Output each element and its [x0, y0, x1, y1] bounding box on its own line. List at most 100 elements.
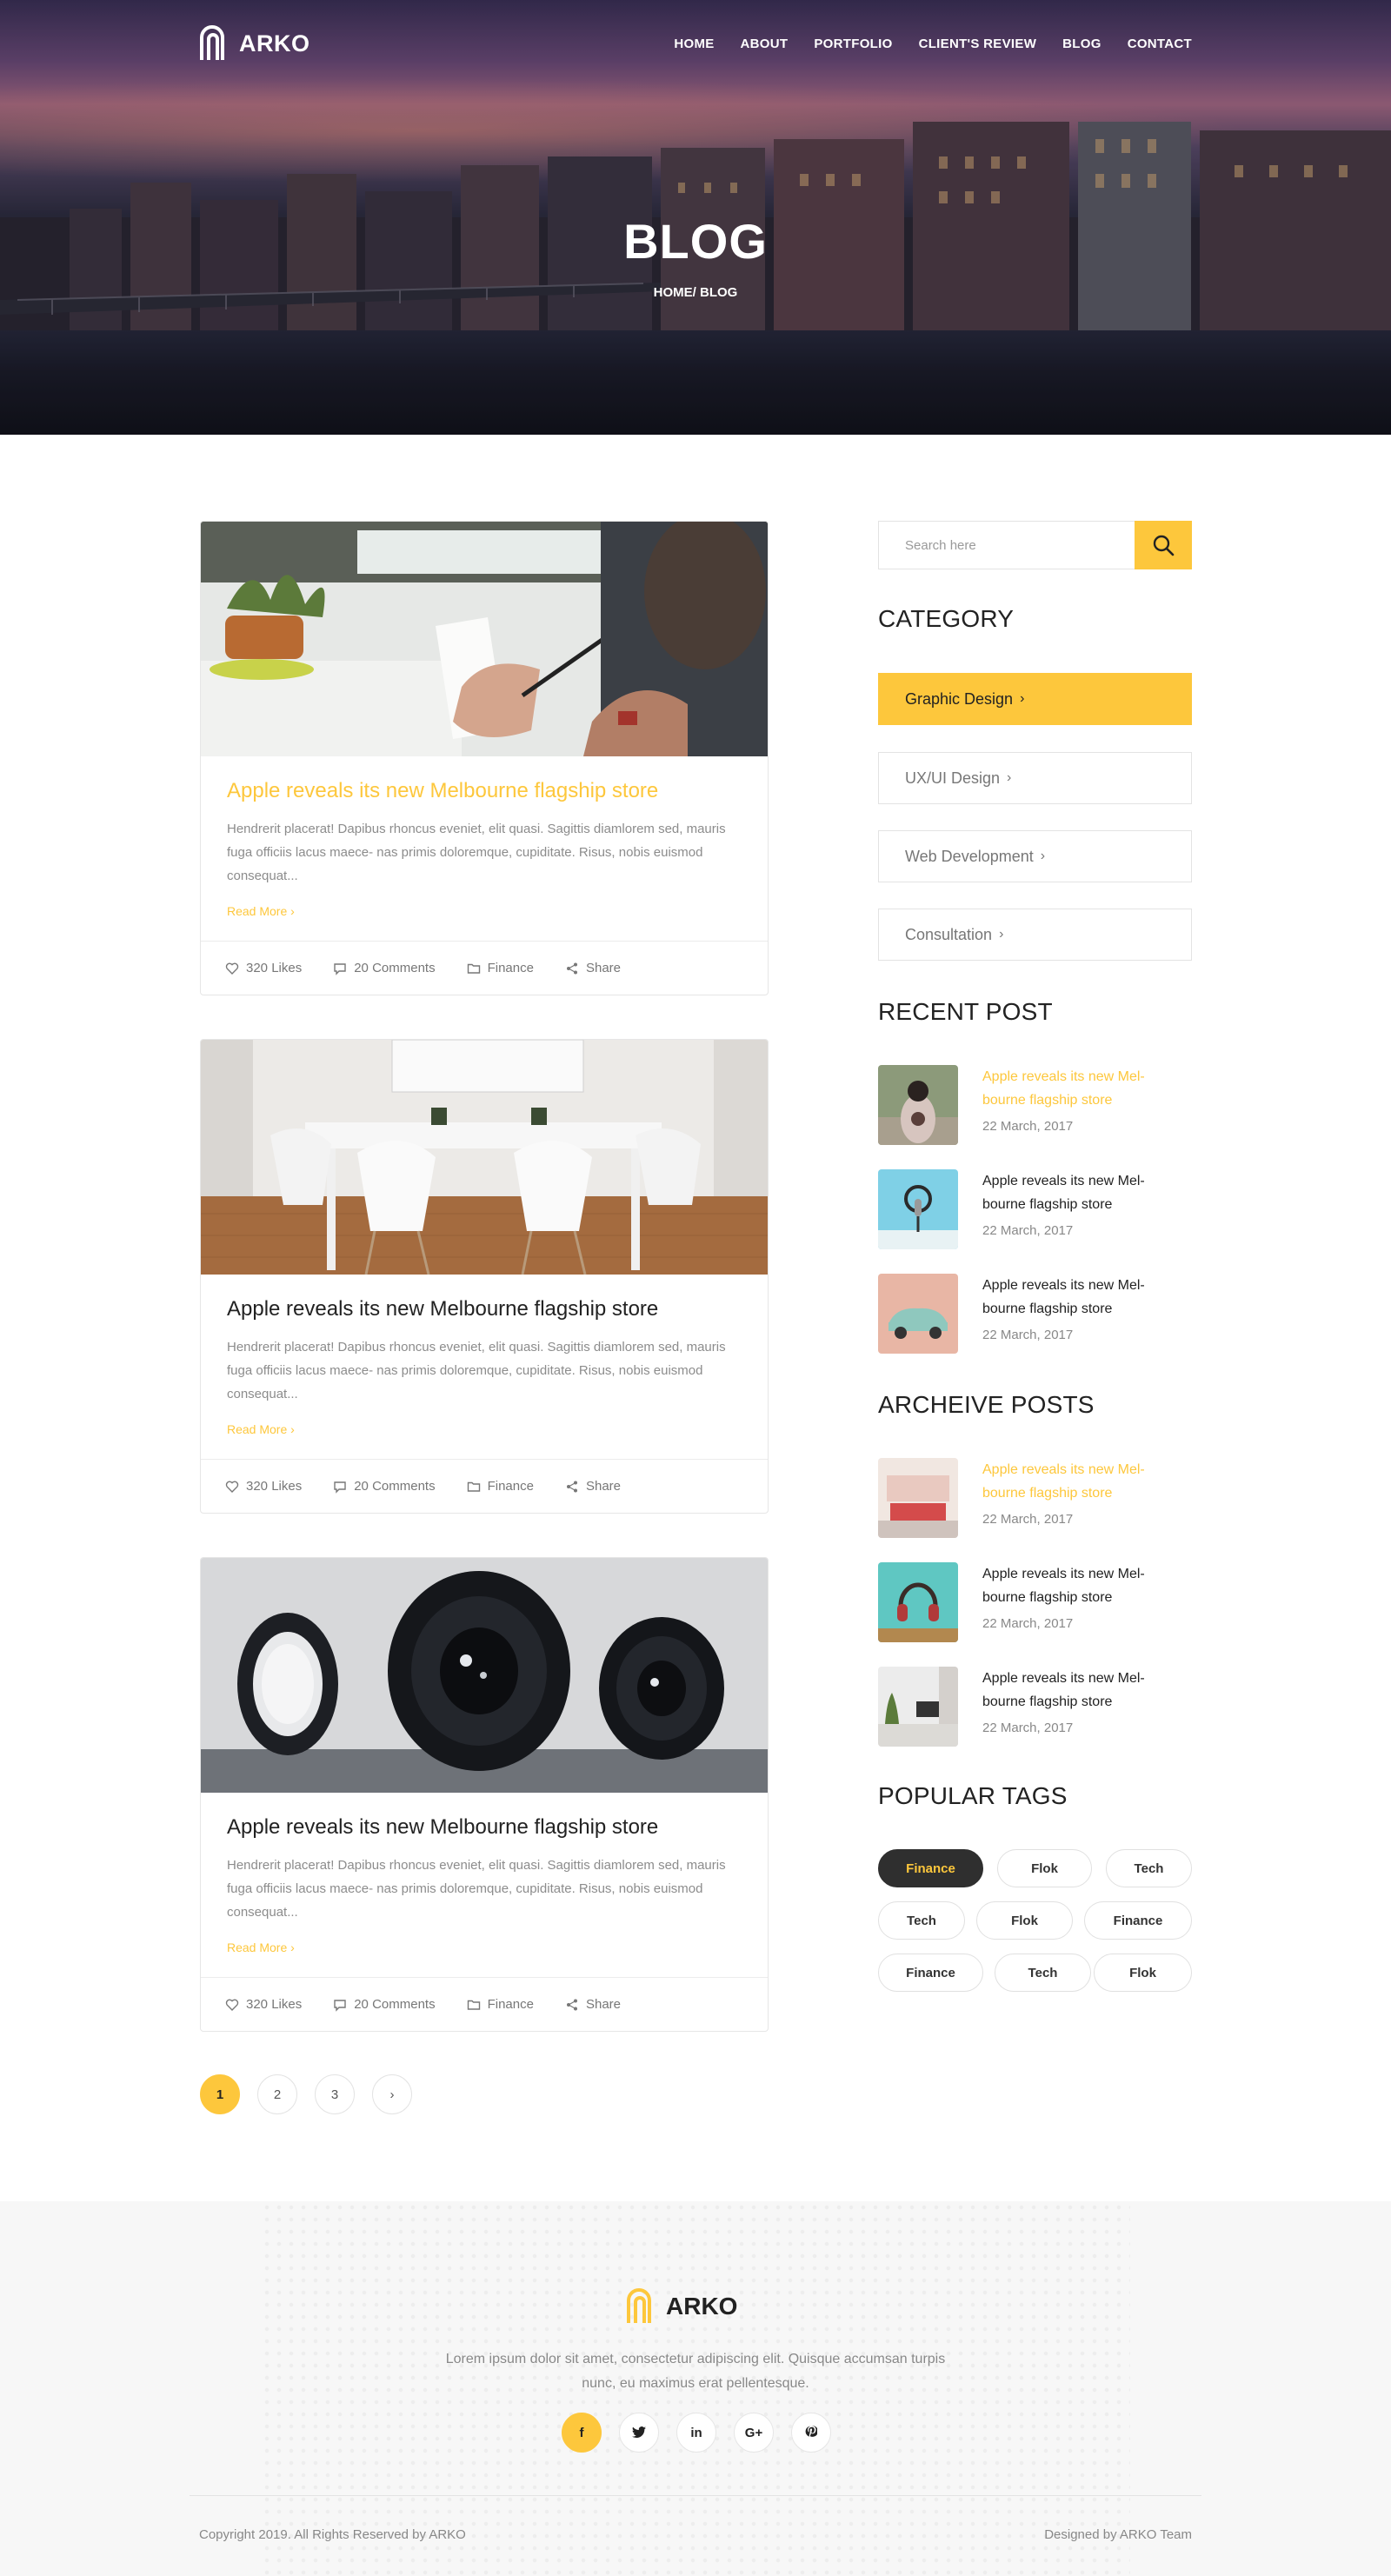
recent-post-item[interactable]: Apple reveals its new Mel- bourne flagsh…	[878, 1065, 1192, 1145]
search-input[interactable]	[879, 522, 1135, 569]
chevron-right-icon: ›	[290, 1940, 295, 1954]
pinterest-icon[interactable]	[791, 2413, 831, 2453]
category-graphic-design[interactable]: Graphic Design ›	[878, 673, 1192, 725]
likes-meta[interactable]: 320 Likes	[225, 1997, 302, 2012]
folder-icon	[467, 1481, 480, 1492]
logo[interactable]: ARKO	[199, 25, 310, 62]
category-consultation[interactable]: Consultation ›	[878, 909, 1192, 961]
tag-flok[interactable]: Flok	[997, 1849, 1092, 1887]
post-image[interactable]	[201, 1558, 768, 1793]
nav-blog[interactable]: BLOG	[1062, 37, 1101, 51]
footer-logo[interactable]: ARKO	[626, 2288, 765, 2325]
search-button[interactable]	[1135, 521, 1192, 569]
tag-tech[interactable]: Tech	[995, 1954, 1091, 1992]
footer-description: Lorem ipsum dolor sit amet, consectetur …	[445, 2352, 946, 2391]
category-web-development[interactable]: Web Development ›	[878, 830, 1192, 882]
blog-post-card: Apple reveals its new Melbourne flagship…	[200, 1557, 769, 2032]
page-1-button[interactable]: 1	[200, 2074, 240, 2114]
post-title[interactable]: Apple reveals its new Melbourne flagship…	[227, 779, 658, 803]
twitter-icon[interactable]	[619, 2413, 659, 2453]
nav-portfolio[interactable]: PORTFOLIO	[814, 37, 892, 51]
comment-icon	[334, 962, 346, 975]
page-3-button[interactable]: 3	[315, 2074, 355, 2114]
category-meta[interactable]: Finance	[467, 961, 534, 975]
post-excerpt: Hendrerit placerat! Dapibus rhoncus even…	[227, 822, 726, 883]
nav-about[interactable]: ABOUT	[741, 37, 789, 51]
comments-meta[interactable]: 20 Comments	[333, 1479, 436, 1494]
archive-post-title: Apple reveals its new Mel- bourne flagsh…	[982, 1462, 1145, 1501]
likes-count: 320 Likes	[246, 961, 303, 975]
likes-meta[interactable]: 320 Likes	[225, 961, 302, 975]
folder-icon	[467, 963, 480, 974]
recent-post-item[interactable]: Apple reveals its new Mel- bourne flagsh…	[878, 1274, 1192, 1354]
chevron-right-icon: ›	[999, 927, 1004, 942]
designed-by-text: Designed by ARKO Team	[1044, 2527, 1192, 2542]
post-category: Finance	[487, 1479, 534, 1494]
archive-post-item[interactable]: Apple reveals its new Mel- bourne flagsh…	[878, 1458, 1192, 1538]
post-title[interactable]: Apple reveals its new Melbourne flagship…	[227, 1297, 658, 1321]
next-page-button[interactable]: ›	[372, 2074, 412, 2114]
chevron-right-icon: ›	[1040, 849, 1046, 863]
desk-writing-photo	[201, 522, 768, 756]
tag-finance[interactable]: Finance	[1084, 1901, 1192, 1940]
post-image[interactable]	[201, 1040, 768, 1275]
chevron-right-icon: ›	[1007, 770, 1012, 785]
recent-post-item[interactable]: Apple reveals its new Mel- bourne flagsh…	[878, 1169, 1192, 1249]
recent-post-thumb	[878, 1169, 958, 1249]
camera-lenses-photo	[201, 1558, 768, 1793]
post-meta: 320 Likes 20 Comments Finance Share	[201, 1459, 768, 1513]
comments-meta[interactable]: 20 Comments	[333, 961, 436, 975]
linkedin-icon[interactable]: in	[676, 2413, 716, 2453]
nav-contact[interactable]: CONTACT	[1128, 37, 1192, 51]
archive-post-item[interactable]: Apple reveals its new Mel- bourne flagsh…	[878, 1562, 1192, 1642]
hero-banner: ARKO HOME ABOUT PORTFOLIO CLIENT'S REVIE…	[0, 0, 1391, 435]
share-label: Share	[585, 961, 621, 975]
read-more-link[interactable]: Read More ›	[227, 1940, 295, 1954]
recent-post-title: Apple reveals its new Mel- bourne flagsh…	[982, 1069, 1145, 1108]
nav-clients-review[interactable]: CLIENT'S REVIEW	[919, 37, 1037, 51]
footer: ARKO Lorem ipsum dolor sit amet, consect…	[0, 2201, 1391, 2576]
archive-post-date: 22 March, 2017	[982, 1721, 1074, 1735]
post-image[interactable]	[201, 522, 768, 756]
archive-post-title: Apple reveals its new Mel- bourne flagsh…	[982, 1671, 1145, 1709]
share-meta[interactable]: Share	[565, 1479, 621, 1494]
chevron-right-icon: ›	[290, 904, 295, 918]
recent-post-title: Apple reveals its new Mel- bourne flagsh…	[982, 1278, 1145, 1316]
archive-post-title: Apple reveals its new Mel- bourne flagsh…	[982, 1567, 1145, 1605]
category-meta[interactable]: Finance	[467, 1997, 534, 2012]
category-meta[interactable]: Finance	[467, 1479, 534, 1494]
archive-post-thumb	[878, 1458, 958, 1538]
google-plus-icon[interactable]: G+	[734, 2413, 774, 2453]
copyright-text: Copyright 2019. All Rights Reserved by A…	[199, 2527, 466, 2542]
archive-post-item[interactable]: Apple reveals its new Mel- bourne flagsh…	[878, 1667, 1192, 1747]
comment-icon	[334, 1481, 346, 1494]
tag-flok[interactable]: Flok	[1094, 1954, 1192, 1992]
post-title[interactable]: Apple reveals its new Melbourne flagship…	[227, 1815, 658, 1840]
share-meta[interactable]: Share	[565, 961, 621, 975]
archive-post-thumb	[878, 1562, 958, 1642]
post-excerpt: Hendrerit placerat! Dapibus rhoncus even…	[227, 1340, 726, 1401]
page-2-button[interactable]: 2	[257, 2074, 297, 2114]
facebook-icon[interactable]: f	[562, 2413, 602, 2453]
likes-meta[interactable]: 320 Likes	[225, 1479, 302, 1494]
chevron-right-icon: ›	[1020, 691, 1025, 706]
comments-meta[interactable]: 20 Comments	[333, 1997, 436, 2012]
recent-post-thumb	[878, 1274, 958, 1354]
tag-finance[interactable]: Finance	[878, 1849, 983, 1887]
tag-finance[interactable]: Finance	[878, 1954, 983, 1992]
category-label: Consultation	[905, 925, 993, 943]
share-meta[interactable]: Share	[565, 1997, 621, 2012]
social-links: f in G+	[562, 2413, 831, 2453]
tag-tech[interactable]: Tech	[878, 1901, 965, 1940]
tag-tech[interactable]: Tech	[1106, 1849, 1192, 1887]
archive-post-thumb	[878, 1667, 958, 1747]
read-more-link[interactable]: Read More ›	[227, 1422, 295, 1436]
brand-name: ARKO	[239, 30, 310, 57]
nav-home[interactable]: HOME	[674, 37, 714, 51]
breadcrumb[interactable]: HOME/ BLOG	[0, 285, 1391, 300]
tag-flok[interactable]: Flok	[976, 1901, 1073, 1940]
read-more-link[interactable]: Read More ›	[227, 904, 295, 918]
comments-count: 20 Comments	[354, 1479, 436, 1494]
arko-logo-icon	[627, 2288, 651, 2323]
category-ux-ui-design[interactable]: UX/UI Design ›	[878, 752, 1192, 804]
